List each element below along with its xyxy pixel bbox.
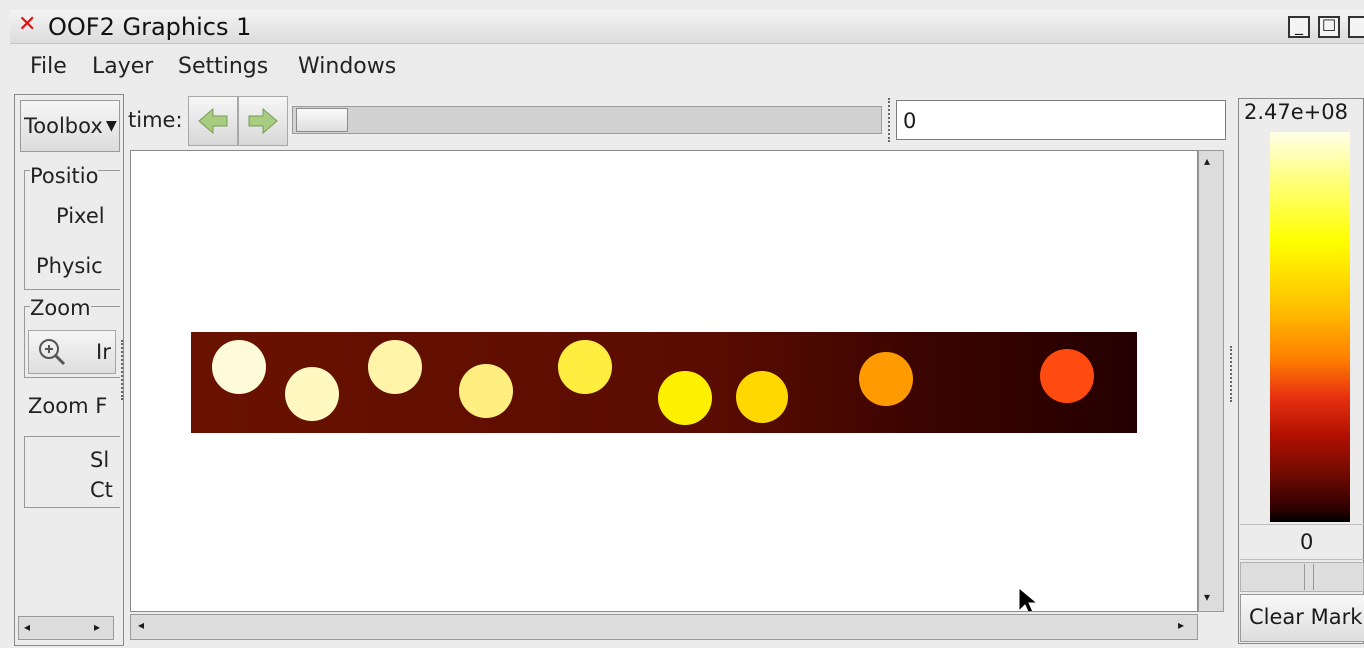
inclusion-2 — [285, 367, 339, 421]
slider-resize-grip[interactable] — [888, 98, 892, 142]
zoom-in-icon — [36, 336, 68, 368]
time-prev-button[interactable] — [188, 96, 238, 146]
minimize-button[interactable]: _ — [1288, 16, 1310, 38]
inclusion-9 — [1040, 349, 1094, 403]
menu-layer[interactable]: Layer — [92, 54, 153, 79]
mesh-plot — [191, 332, 1137, 611]
time-next-button[interactable] — [238, 96, 288, 146]
inclusion-3 — [368, 340, 422, 394]
show-controls-line2: Ct — [90, 478, 113, 502]
clear-mark-button[interactable]: Clear Mark — [1240, 594, 1364, 642]
time-label: time: — [128, 108, 183, 132]
left-arrow-icon — [198, 107, 228, 135]
colorbar-min-label: 0 — [1300, 530, 1314, 554]
canvas-horizontal-scrollbar[interactable] — [130, 614, 1198, 640]
dropdown-arrow-icon: ▼ — [106, 118, 117, 134]
colorbar-slider-handle[interactable] — [1304, 564, 1314, 590]
zoom-frame-label: Zoom — [30, 296, 91, 320]
colorbar-slider[interactable] — [1240, 562, 1364, 592]
zoom-factor-label: Zoom F — [28, 394, 108, 418]
inclusion-5 — [558, 340, 612, 394]
colorbar-gradient — [1270, 132, 1350, 522]
inclusion-1 — [212, 340, 266, 394]
scroll-down-icon[interactable]: ▾ — [1204, 590, 1210, 604]
canvas-scroll-left-icon[interactable]: ◂ — [138, 618, 144, 632]
mouse-pointer-icon — [1018, 586, 1039, 611]
colorbar-divider-handle[interactable] — [1230, 346, 1234, 402]
zoom-in-label: Ir — [96, 340, 111, 364]
show-controls-line1: Sl — [90, 448, 110, 472]
canvas-scroll-right-icon[interactable]: ▸ — [1178, 618, 1184, 632]
inclusion-8 — [859, 352, 913, 406]
position-frame-label: Positio — [30, 164, 99, 188]
pane-divider-handle[interactable] — [121, 340, 125, 400]
menu-file[interactable]: File — [30, 54, 67, 79]
maximize-button[interactable]: ☐ — [1318, 16, 1340, 38]
canvas-vertical-scrollbar[interactable] — [1198, 150, 1224, 612]
right-arrow-icon — [248, 107, 278, 135]
window-title: OOF2 Graphics 1 — [48, 13, 252, 41]
menu-settings[interactable]: Settings — [178, 54, 268, 79]
inclusion-7 — [736, 371, 788, 423]
inclusion-6 — [658, 371, 712, 425]
colorbar-max-label: 2.47e+08 — [1244, 100, 1348, 124]
time-input[interactable]: 0 — [896, 100, 1226, 140]
scroll-left-icon[interactable]: ◂ — [24, 620, 30, 634]
time-slider[interactable] — [292, 106, 882, 134]
app-close-icon[interactable]: ✕ — [18, 12, 36, 37]
toolbox-selector-label: Toolbox — [24, 114, 103, 138]
time-slider-handle[interactable] — [296, 108, 348, 132]
scroll-up-icon[interactable]: ▴ — [1204, 154, 1210, 168]
pixel-label: Pixel — [56, 204, 105, 228]
close-button[interactable] — [1348, 16, 1364, 38]
menu-windows[interactable]: Windows — [298, 54, 396, 79]
inclusion-4 — [459, 364, 513, 418]
physical-label: Physic — [36, 254, 103, 278]
scroll-right-icon[interactable]: ▸ — [94, 620, 100, 634]
